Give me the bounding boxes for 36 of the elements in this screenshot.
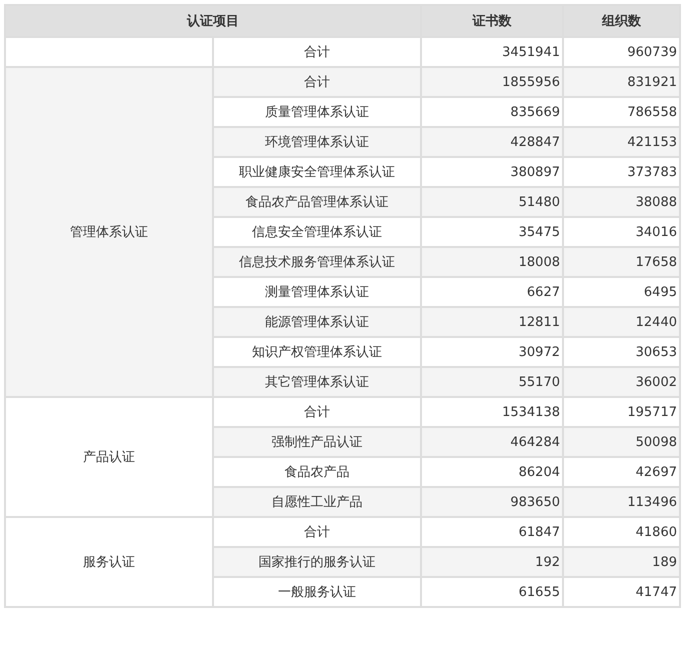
table-cell: 18008 [421, 247, 563, 277]
table-cell: 合计 [213, 67, 421, 97]
table-cell: 强制性产品认证 [213, 427, 421, 457]
table-cell: 自愿性工业产品 [213, 487, 421, 517]
table-cell: 61655 [421, 577, 563, 607]
table-cell: 其它管理体系认证 [213, 367, 421, 397]
table-cell: 55170 [421, 367, 563, 397]
group-cell: 管理体系认证 [5, 67, 213, 397]
table-cell: 421153 [563, 127, 680, 157]
table-cell: 983650 [421, 487, 563, 517]
column-header: 组织数 [563, 5, 680, 37]
group-cell: 产品认证 [5, 397, 213, 517]
column-header: 证书数 [421, 5, 563, 37]
table-cell: 12811 [421, 307, 563, 337]
table-cell: 113496 [563, 487, 680, 517]
table-cell: 428847 [421, 127, 563, 157]
table-cell: 能源管理体系认证 [213, 307, 421, 337]
table-cell: 一般服务认证 [213, 577, 421, 607]
table-cell: 38088 [563, 187, 680, 217]
table-cell: 36002 [563, 367, 680, 397]
table-cell: 189 [563, 547, 680, 577]
table-cell: 831921 [563, 67, 680, 97]
table-cell: 环境管理体系认证 [213, 127, 421, 157]
column-header: 认证项目 [5, 5, 421, 37]
table-cell: 41747 [563, 577, 680, 607]
table-cell: 1855956 [421, 67, 563, 97]
table-cell: 464284 [421, 427, 563, 457]
table-cell: 50098 [563, 427, 680, 457]
table-cell: 192 [421, 547, 563, 577]
table-cell: 12440 [563, 307, 680, 337]
table-cell: 国家推行的服务认证 [213, 547, 421, 577]
group-cell: 服务认证 [5, 517, 213, 607]
table-cell: 17658 [563, 247, 680, 277]
table-cell: 51480 [421, 187, 563, 217]
table-cell: 信息技术服务管理体系认证 [213, 247, 421, 277]
table-cell: 食品农产品管理体系认证 [213, 187, 421, 217]
